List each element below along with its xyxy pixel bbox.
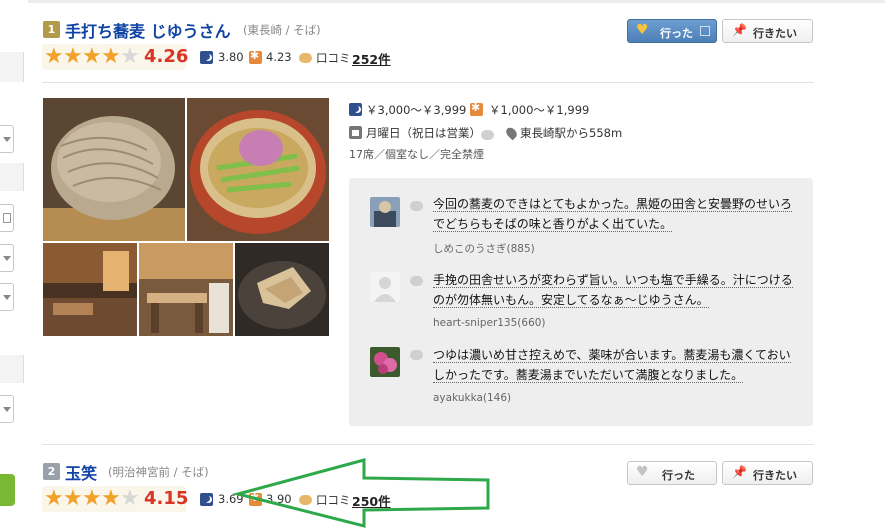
chevron-down-icon xyxy=(3,295,11,300)
review-bubble-icon xyxy=(299,53,312,63)
rating-box: ★ ★ ★ ★ ★ 4.26 xyxy=(42,44,189,70)
restaurant-area: (明治神宮前 / そば) xyxy=(108,465,209,479)
want-label: 行きたい xyxy=(753,469,797,482)
reviews-count-link[interactable]: 252件 xyxy=(352,49,391,68)
went-button[interactable]: ♥ 行った xyxy=(627,461,717,485)
review-excerpts-panel: 今回の蕎麦のできはとてもよかった。黒姫の田舎と安曇野のせいろ でどちらもそばの味… xyxy=(349,178,813,426)
divider xyxy=(42,82,814,83)
pin-icon: 📌 xyxy=(732,465,747,479)
star-icon: ★ xyxy=(44,486,64,511)
chevron-down-icon xyxy=(3,137,11,142)
comment-bubble-icon xyxy=(410,350,423,360)
edit-icon[interactable] xyxy=(700,26,710,36)
calendar-icon xyxy=(3,213,11,223)
dinner-budget: ￥3,000～￥3,999 xyxy=(366,103,467,117)
chevron-down-icon xyxy=(3,407,11,412)
dinner-moon-icon xyxy=(349,103,362,116)
star-icon: ★ xyxy=(63,486,83,511)
lunch-budget: ￥1,000～￥1,999 xyxy=(489,103,590,117)
sidebar-dropdown[interactable] xyxy=(0,283,14,311)
heart-icon: ♥ xyxy=(636,22,649,38)
photo-interior-2[interactable] xyxy=(139,243,233,336)
location-pin-icon xyxy=(504,125,519,141)
sidebar-section-header xyxy=(0,355,24,383)
review-text[interactable]: 今回の蕎麦のできはとてもよかった。黒姫の田舎と安曇野のせいろ でどちらもそばの味… xyxy=(433,194,803,234)
chevron-down-icon xyxy=(3,256,11,261)
went-button[interactable]: ♥ 行った xyxy=(627,19,717,43)
holiday-note-icon[interactable] xyxy=(481,130,494,140)
heart-icon: ♥ xyxy=(636,464,649,480)
sidebar-dropdown[interactable] xyxy=(0,125,14,153)
user-photo-icon[interactable] xyxy=(370,197,400,227)
station-distance: 東長崎駅から558m xyxy=(520,126,623,140)
comment-bubble-icon xyxy=(410,276,423,286)
lunch-sun-icon xyxy=(249,49,262,64)
sidebar-dropdown[interactable] xyxy=(0,395,14,423)
want-to-go-button[interactable]: 📌 行きたい xyxy=(722,19,813,43)
star-icon: ★ xyxy=(82,44,102,69)
holiday-info: 月曜日（祝日は営業） xyxy=(366,126,481,140)
photo-interior-1[interactable] xyxy=(43,243,137,336)
holiday-calendar-icon xyxy=(349,126,362,139)
lunch-score: 4.23 xyxy=(266,50,292,64)
annotation-arrow xyxy=(232,458,490,528)
review-text[interactable]: 手挽の田舎せいろが変わらず旨い。いつも塩で手繰る。汁につける のが勿体無いもん。… xyxy=(433,270,803,310)
dinner-score: 3.80 xyxy=(218,50,244,64)
review-user[interactable]: ayakukka(146) xyxy=(433,392,511,404)
left-sidebar xyxy=(0,0,24,529)
dinner-moon-icon xyxy=(200,493,213,506)
sidebar-search-button[interactable] xyxy=(0,474,15,506)
star-icon: ★ xyxy=(101,44,121,69)
photo-tempura[interactable] xyxy=(235,243,329,336)
pin-icon: 📌 xyxy=(732,23,747,37)
review-user[interactable]: しめこのうさぎ(885) xyxy=(433,241,535,256)
sidebar-section-header xyxy=(0,52,24,82)
rank-badge: 2 xyxy=(43,463,60,480)
star-icon: ★ xyxy=(44,44,64,69)
went-label: 行った xyxy=(662,469,695,482)
review-text[interactable]: つゆは濃いめ甘さ控えめで、薬味が合います。蕎麦湯も濃くておい しかったです。蕎麦… xyxy=(433,345,803,385)
photo-zaru-soba[interactable] xyxy=(43,98,185,241)
comment-bubble-icon xyxy=(410,201,423,211)
restaurant-name-link[interactable]: 玉笑 xyxy=(65,460,97,484)
star-empty-icon: ★ xyxy=(120,44,140,69)
restaurant-name-link[interactable]: 手打ち蕎麦 じゆうさん xyxy=(65,18,231,42)
rank-badge: 1 xyxy=(43,21,60,38)
restaurant-area: (東長崎 / そば) xyxy=(243,23,321,37)
want-to-go-button[interactable]: 📌 行きたい xyxy=(722,461,813,485)
star-icon: ★ xyxy=(82,486,102,511)
dinner-moon-icon xyxy=(200,51,213,64)
lunch-sun-icon xyxy=(470,101,483,116)
sidebar-date-picker[interactable] xyxy=(0,204,14,232)
star-empty-icon: ★ xyxy=(120,486,140,511)
reviews-label: 口コミ xyxy=(316,51,351,65)
rating-score: 4.26 xyxy=(144,46,189,67)
sidebar-section-header xyxy=(0,163,24,191)
divider xyxy=(42,444,814,445)
flower-photo-icon[interactable] xyxy=(370,347,400,377)
rating-box: ★ ★ ★ ★ ★ 4.15 xyxy=(42,486,189,512)
default-user-icon[interactable] xyxy=(370,272,400,302)
sidebar-dropdown[interactable] xyxy=(0,244,14,272)
photo-kamo-soba[interactable] xyxy=(187,98,329,241)
rating-score: 4.15 xyxy=(144,488,189,509)
star-icon: ★ xyxy=(63,44,83,69)
top-divider xyxy=(28,0,885,3)
seat-info: 17席／個室なし／完全禁煙 xyxy=(349,148,484,161)
want-label: 行きたい xyxy=(753,27,797,40)
review-user[interactable]: heart-sniper135(660) xyxy=(433,317,546,329)
went-label: 行った xyxy=(660,27,693,40)
star-icon: ★ xyxy=(101,486,121,511)
